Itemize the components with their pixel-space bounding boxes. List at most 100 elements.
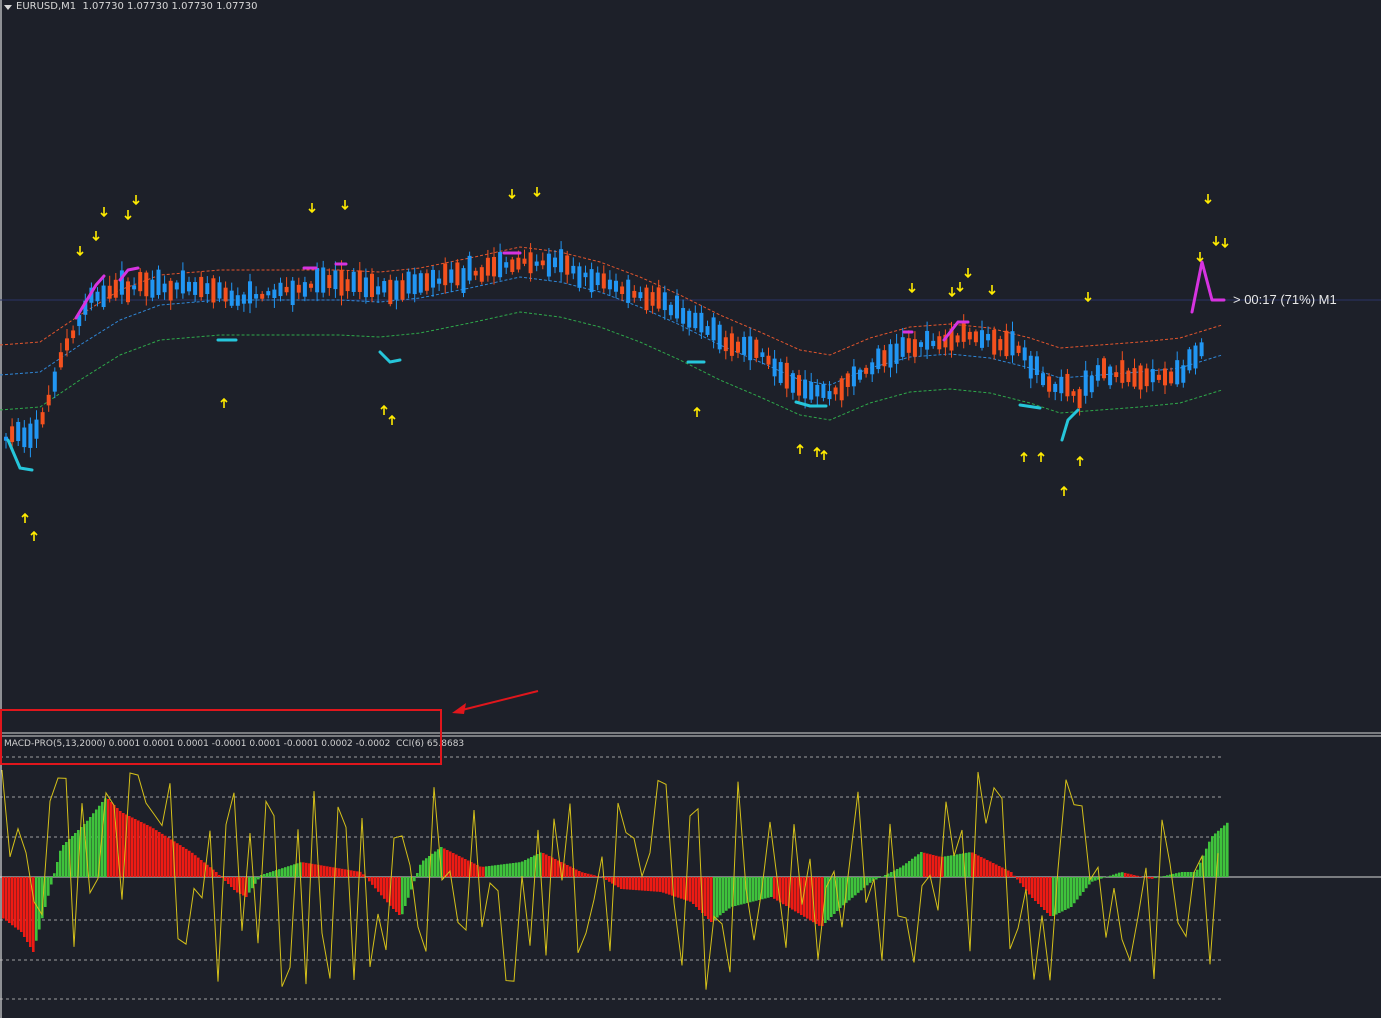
macd-histogram-bar [14, 877, 17, 928]
candle-body [766, 355, 771, 365]
candle-body [126, 281, 130, 303]
macd-histogram-bar [1082, 877, 1085, 892]
macd-histogram-bar [764, 877, 767, 899]
macd-histogram-bar [905, 863, 908, 877]
macd-histogram-bar [185, 848, 188, 877]
candle-body [565, 255, 570, 275]
candle-body [1028, 355, 1033, 379]
macd-histogram-bar [167, 837, 170, 877]
candle-body [376, 286, 381, 295]
candle-body [870, 362, 875, 375]
macd-histogram-bar [677, 877, 680, 898]
candle-body [406, 271, 411, 294]
candle-body [546, 253, 551, 277]
candle-body [1071, 391, 1076, 396]
candle-body [266, 291, 271, 296]
candle-body [931, 340, 936, 347]
macd-histogram-bar [668, 877, 671, 895]
macd-histogram-bar [809, 877, 812, 921]
candle-body [864, 367, 869, 374]
macd-histogram-bar [524, 860, 527, 877]
candle-body [1120, 360, 1125, 383]
annotation-highlight-box [0, 709, 442, 765]
macd-histogram-bar [218, 875, 221, 877]
macd-histogram-bar [1040, 877, 1043, 907]
macd-histogram-bar [176, 843, 179, 877]
macd-histogram-bar [740, 877, 743, 905]
macd-histogram-bar [131, 817, 134, 877]
chart-window[interactable]: EURUSD,M1 1.07730 1.07730 1.07730 1.0773… [0, 0, 1381, 1018]
macd-histogram-bar [1190, 872, 1193, 877]
macd-histogram-bar [1037, 877, 1040, 904]
macd-histogram-bar [644, 877, 647, 891]
macd-histogram-bar [110, 802, 113, 877]
macd-histogram-bar [869, 877, 872, 883]
candle-body [272, 289, 277, 299]
arrow-down-icon [1084, 292, 1092, 303]
macd-histogram-bar [1136, 875, 1139, 877]
macd-histogram-bar [281, 868, 284, 877]
macd-histogram-bar [923, 852, 926, 877]
macd-histogram-bar [515, 862, 518, 877]
candle-body [809, 382, 814, 400]
candle-body [1089, 376, 1094, 393]
macd-histogram-bar [1076, 877, 1079, 900]
candle-body [1150, 369, 1155, 383]
macd-histogram-bar [200, 860, 203, 877]
macd-histogram-bar [728, 877, 731, 909]
macd-histogram-bar [194, 855, 197, 877]
arrow-down-icon [76, 246, 84, 257]
candle-body [687, 310, 692, 328]
macd-histogram-bar [71, 836, 74, 877]
macd-histogram-bar [92, 813, 95, 877]
macd-histogram-bar [569, 866, 572, 877]
macd-histogram-bar [353, 870, 356, 877]
macd-histogram-bar [47, 877, 50, 896]
arrow-up-icon [21, 512, 29, 523]
candle-body [595, 272, 600, 286]
macd-histogram-bar [386, 877, 389, 903]
macd-histogram-bar [1073, 877, 1076, 904]
candle-body [656, 287, 661, 309]
macd-histogram-bar [209, 867, 212, 877]
macd-histogram-bar [989, 861, 992, 877]
macd-histogram-bar [233, 877, 236, 890]
macd-histogram-bar [161, 833, 164, 877]
candle-body [180, 270, 185, 294]
candle-body [540, 260, 545, 266]
macd-histogram-bar [662, 877, 665, 893]
candle-body [187, 281, 191, 292]
macd-histogram-bar [1121, 872, 1124, 877]
macd-histogram-bar [665, 877, 668, 894]
candle-body [1114, 372, 1119, 378]
macd-histogram-bar [1214, 833, 1217, 877]
chart-canvas[interactable] [0, 0, 1381, 1018]
candle-body [876, 348, 881, 370]
candle-body [1181, 365, 1186, 383]
candle-body [107, 285, 112, 299]
macd-histogram-bar [23, 877, 26, 937]
macd-histogram-bar [518, 862, 521, 877]
macd-histogram-bar [404, 877, 407, 906]
triangle-down-icon[interactable] [4, 5, 12, 10]
macd-histogram-bar [434, 851, 437, 877]
candle-body [632, 290, 637, 298]
candle-body [1034, 356, 1039, 376]
candle-body [760, 352, 765, 357]
macd-histogram-bar [758, 877, 761, 900]
candle-body [16, 421, 21, 442]
macd-histogram-bar [806, 877, 809, 919]
macd-histogram-bar [650, 877, 653, 892]
macd-histogram-bar [290, 865, 293, 877]
candle-body [150, 279, 155, 298]
candle-body [28, 423, 33, 448]
macd-histogram-bar [53, 873, 56, 877]
macd-histogram-bar [395, 877, 398, 912]
candle-body [479, 267, 484, 282]
candle-body [351, 271, 356, 292]
candle-body [1175, 360, 1180, 385]
arrow-down-icon [508, 189, 516, 200]
candle-body [284, 286, 289, 293]
arrow-down-icon [1204, 194, 1212, 205]
candle-body [955, 335, 960, 343]
